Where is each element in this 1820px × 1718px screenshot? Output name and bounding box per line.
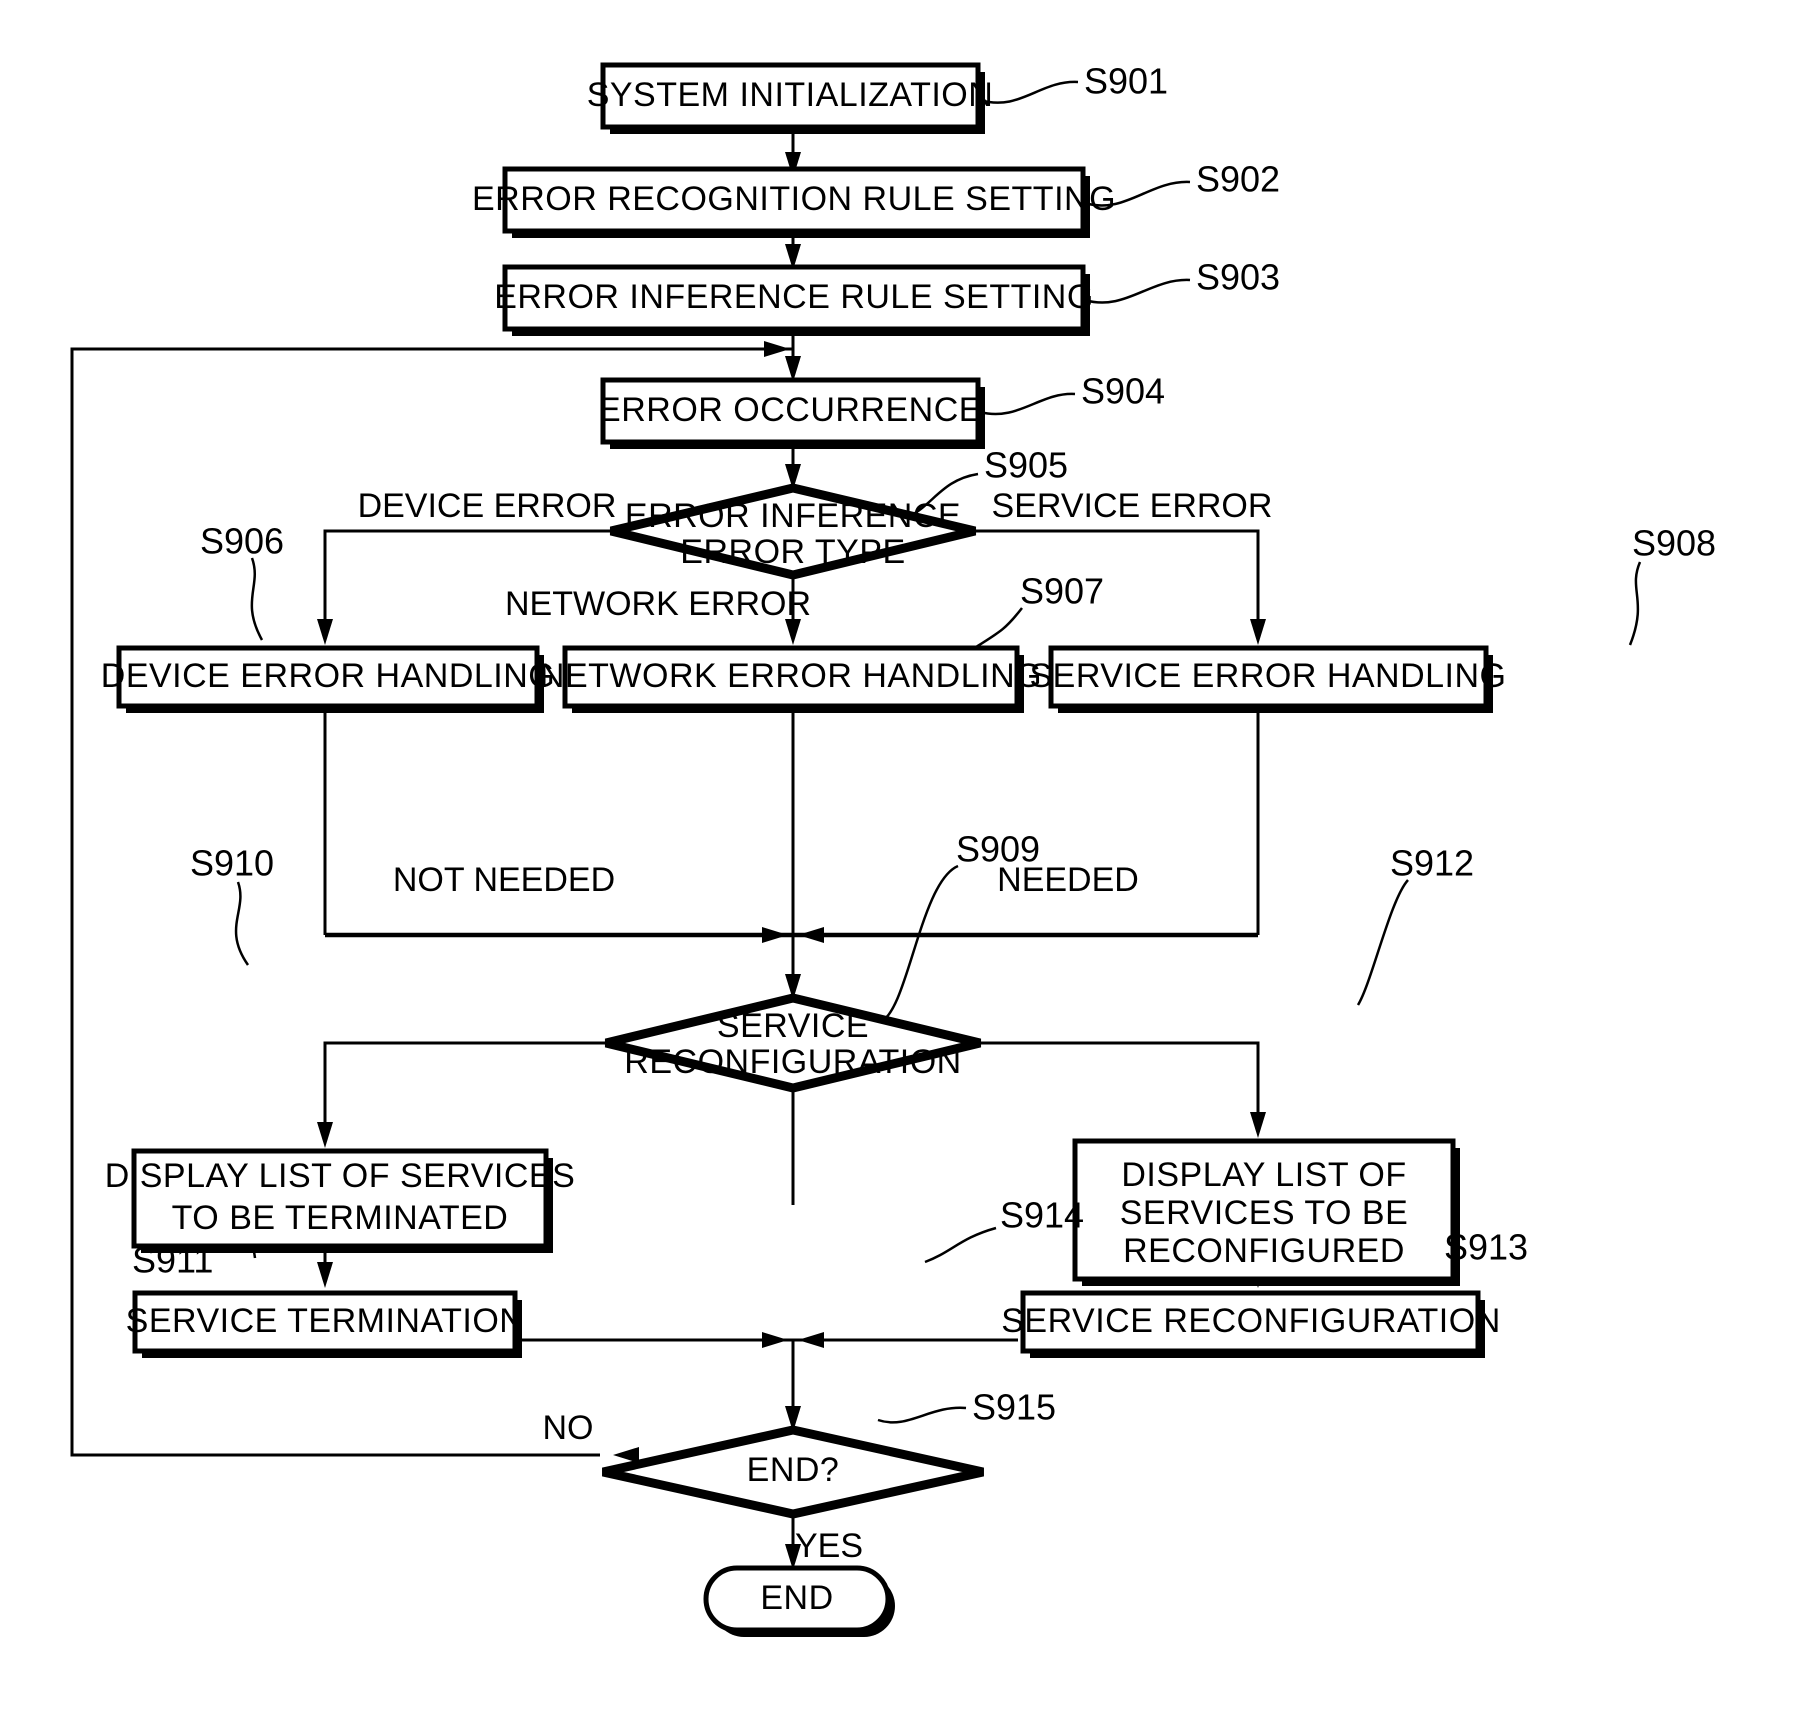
- node-s901-system-initialization[interactable]: SYSTEM INITIALIZATION: [587, 62, 994, 134]
- leader-s914: [924, 1226, 997, 1264]
- ref-label-s910: S910: [190, 843, 274, 884]
- arrowhead-s910-s911: [317, 1262, 333, 1288]
- s906-label: DEVICE ERROR HANDLING: [101, 657, 555, 695]
- leader-s909: [879, 864, 959, 1024]
- ref-label-s912: S912: [1390, 843, 1474, 884]
- s905-label-line2: ERROR TYPE: [680, 533, 905, 571]
- node-s907-network-error-handling[interactable]: NETWORK ERROR HANDLING: [540, 645, 1042, 713]
- s910-label-line1: DISPLAY LIST OF SERVICES: [105, 1157, 576, 1195]
- s902-label: ERROR RECOGNITION RULE SETTING: [472, 180, 1116, 218]
- node-s913-service-reconfiguration[interactable]: SERVICE RECONFIGURATION: [1001, 1290, 1501, 1358]
- s904-label: ERROR OCCURRENCE: [598, 391, 982, 429]
- node-s908-service-error-handling[interactable]: SERVICE ERROR HANDLING: [1029, 645, 1506, 713]
- flowchart-svg: SYSTEM INITIALIZATION ERROR RECOGNITION …: [70, 61, 1716, 1637]
- node-s902-error-recognition-rule-setting[interactable]: ERROR RECOGNITION RULE SETTING: [472, 166, 1116, 238]
- arrowhead-loop-join: [764, 341, 790, 357]
- node-s903-error-inference-rule-setting[interactable]: ERROR INFERENCE RULE SETTING: [494, 264, 1094, 336]
- ref-label-s906: S906: [200, 521, 284, 562]
- arrowhead-merge-right: [798, 927, 824, 943]
- s912-label-line2: SERVICES TO BE: [1120, 1194, 1409, 1232]
- s913-label: SERVICE RECONFIGURATION: [1001, 1302, 1501, 1340]
- ref-label-s904: S904: [1081, 371, 1165, 412]
- ref-label-s902: S902: [1196, 159, 1280, 200]
- arrowhead-s909-s912: [1250, 1112, 1266, 1138]
- ref-label-s914: S914: [1000, 1195, 1084, 1236]
- s909-label-line1: SERVICE: [717, 1007, 869, 1045]
- arrowhead-s905-s906: [317, 619, 333, 645]
- ref-label-s908: S908: [1632, 523, 1716, 564]
- leader-s908: [1628, 561, 1642, 646]
- edge-s909-to-s912: [978, 1041, 1260, 1118]
- leader-s907: [967, 607, 1023, 654]
- s914-label: END?: [747, 1451, 840, 1489]
- arrowhead-s913-junction: [798, 1332, 824, 1348]
- ref-label-s915: S915: [972, 1387, 1056, 1428]
- leader-s903: [1084, 278, 1191, 304]
- ref-label-s901: S901: [1084, 61, 1168, 102]
- edge-s905-to-s908: [973, 529, 1260, 625]
- ref-label-s905: S905: [984, 445, 1068, 486]
- edge-label-service-error: SERVICE ERROR: [992, 487, 1273, 525]
- arrowhead-s911-junction: [762, 1332, 788, 1348]
- node-s910-display-list-services-terminated[interactable]: DISPLAY LIST OF SERVICES TO BE TERMINATE…: [105, 1148, 576, 1253]
- edge-label-no: NO: [543, 1409, 594, 1447]
- node-s914-end-decision[interactable]: END?: [602, 1425, 984, 1519]
- s907-label: NETWORK ERROR HANDLING: [540, 657, 1042, 695]
- ref-label-s911: S911: [132, 1240, 213, 1281]
- node-s906-device-error-handling[interactable]: DEVICE ERROR HANDLING: [101, 645, 555, 713]
- leader-s910: [234, 881, 250, 966]
- s912-label-line3: RECONFIGURED: [1123, 1232, 1405, 1270]
- leader-s906: [250, 557, 264, 641]
- edge-label-not-needed: NOT NEEDED: [393, 861, 615, 899]
- edge-s909-to-s910: [323, 1041, 608, 1128]
- s908-label: SERVICE ERROR HANDLING: [1029, 657, 1506, 695]
- node-s909-service-reconfiguration-decision[interactable]: SERVICE RECONFIGURATION: [604, 993, 982, 1093]
- s912-label-line1: DISPLAY LIST OF: [1121, 1156, 1406, 1194]
- s911-label: SERVICE TERMINATION: [126, 1302, 525, 1340]
- edge-label-network-error: NETWORK ERROR: [505, 585, 811, 623]
- ref-label-s907: S907: [1020, 571, 1104, 612]
- s905-label-line1: ERROR INFERENCE: [625, 497, 961, 535]
- arrowhead-s909-s910: [317, 1122, 333, 1148]
- s901-label: SYSTEM INITIALIZATION: [587, 76, 994, 114]
- ref-label-s909: S909: [956, 829, 1040, 870]
- arrowhead-s905-s908: [1250, 619, 1266, 645]
- flowchart-canvas: SYSTEM INITIALIZATION ERROR RECOGNITION …: [0, 0, 1820, 1718]
- edge-label-device-error: DEVICE ERROR: [358, 487, 617, 525]
- node-s915-end-terminator[interactable]: END: [703, 1565, 895, 1637]
- s909-label-line2: RECONFIGURATION: [624, 1043, 961, 1081]
- leader-s915: [877, 1406, 967, 1424]
- leader-s912: [1356, 879, 1409, 1006]
- node-s911-service-termination[interactable]: SERVICE TERMINATION: [126, 1290, 525, 1358]
- ref-label-s913: S913: [1444, 1227, 1528, 1268]
- arrowhead-merge-left: [762, 927, 788, 943]
- leader-s904: [979, 392, 1076, 416]
- ref-label-s903: S903: [1196, 257, 1280, 298]
- node-s912-display-list-services-reconfigured[interactable]: DISPLAY LIST OF SERVICES TO BE RECONFIGU…: [1072, 1138, 1460, 1286]
- s915-label: END: [760, 1579, 833, 1617]
- leader-s901: [979, 80, 1079, 104]
- edge-label-yes: YES: [795, 1527, 863, 1565]
- node-s905-error-inference-decision[interactable]: ERROR INFERENCE ERROR TYPE: [609, 483, 977, 580]
- s910-label-line2: TO BE TERMINATED: [172, 1199, 509, 1237]
- node-s904-error-occurrence[interactable]: ERROR OCCURRENCE: [598, 377, 985, 449]
- s903-label: ERROR INFERENCE RULE SETTING: [494, 278, 1094, 316]
